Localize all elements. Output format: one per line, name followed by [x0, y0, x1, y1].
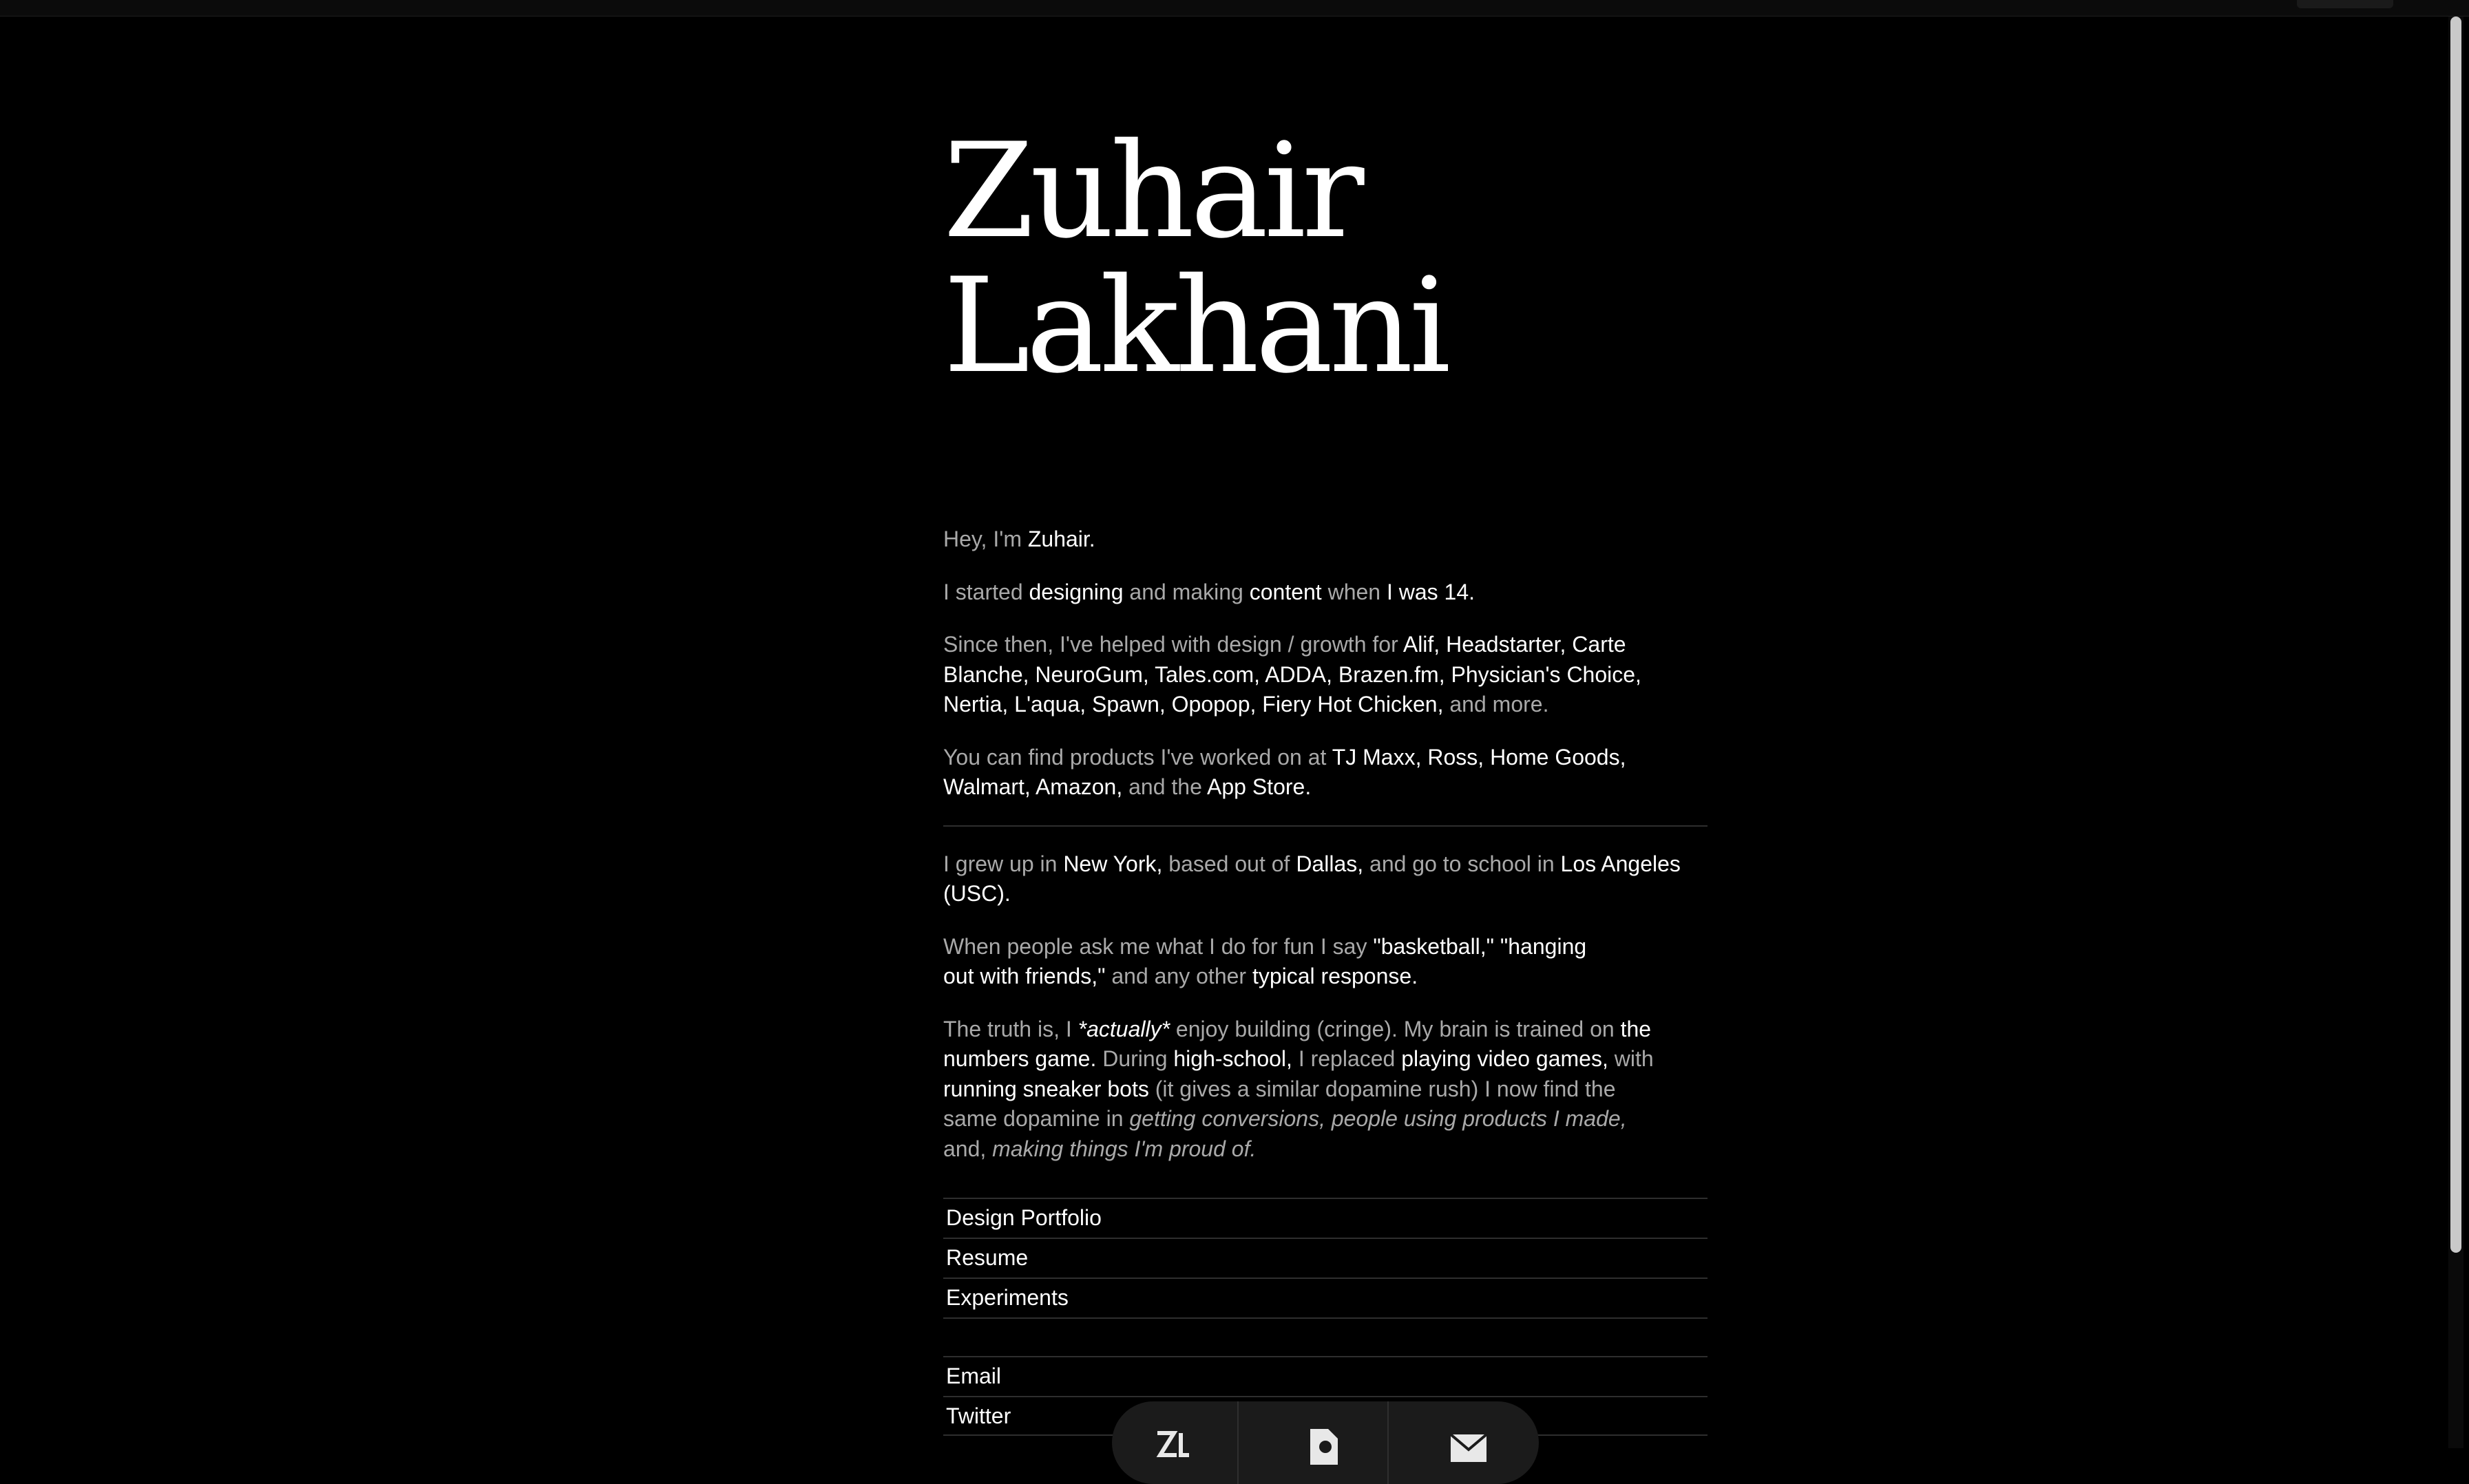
document-icon[interactable]: [1305, 1426, 1343, 1465]
bio-text: enjoy building (cringe). My brain is tra…: [1170, 1016, 1621, 1041]
bio-text: and go to school in: [1363, 851, 1561, 876]
bio-paragraph-location: I grew up in New York, based out of Dall…: [943, 849, 1708, 909]
bio-text: The truth is, I: [943, 1016, 1078, 1041]
bio-emphasis: getting conversions, people using produc…: [1129, 1106, 1627, 1131]
bio-text: I started: [943, 579, 1029, 604]
bio-highlight: App Store.: [1207, 774, 1312, 799]
bio-highlight: Dallas,: [1296, 851, 1364, 876]
browser-tab-stub[interactable]: [2297, 0, 2393, 8]
scrollbar-thumb[interactable]: [2450, 17, 2461, 1253]
bio-text: I replaced: [1292, 1046, 1402, 1071]
bio-paragraph-start: I started designing and making content w…: [943, 577, 1708, 608]
bio-text: When people ask me what I do for fun I s…: [943, 933, 1374, 959]
bio-paragraph-truth: The truth is, I *actually* enjoy buildin…: [943, 1015, 1673, 1165]
bio-text: During: [1096, 1046, 1174, 1071]
link-list: Design Portfolio Resume Experiments Emai…: [943, 1198, 1708, 1436]
bio-text: You can find products I've worked on at: [943, 744, 1332, 770]
bio-emphasis: *actually*: [1078, 1016, 1170, 1041]
bio-text: and more.: [1443, 692, 1549, 717]
bio-paragraph-fun: When people ask me what I do for fun I s…: [943, 932, 1604, 992]
bio-paragraph-products: You can find products I've worked on at …: [943, 743, 1708, 803]
bio-text: based out of: [1162, 851, 1296, 876]
bio-text: and,: [943, 1136, 993, 1161]
browser-top-bar: [0, 0, 2469, 17]
bio-highlight: content: [1249, 579, 1322, 604]
bio-highlight: playing video games,: [1401, 1046, 1608, 1071]
bio-text: with: [1608, 1046, 1654, 1071]
email-link[interactable]: Email: [943, 1356, 1708, 1396]
bio-highlight: designing: [1029, 579, 1124, 604]
design-portfolio-link[interactable]: Design Portfolio: [943, 1198, 1708, 1238]
bio-text: when: [1321, 579, 1387, 604]
scrollbar[interactable]: [2448, 17, 2463, 1448]
bio-text: and making: [1123, 579, 1250, 604]
floating-dock: [1112, 1401, 1539, 1484]
bio-text: Hey, I'm: [943, 527, 1028, 551]
bio-highlight: running sneaker bots: [943, 1076, 1149, 1101]
page-title: Zuhair Lakhani: [943, 115, 1451, 402]
bio-highlight: typical response.: [1252, 964, 1418, 988]
bio-emphasis: making things I'm proud of.: [992, 1136, 1257, 1161]
dock-divider: [1387, 1401, 1389, 1484]
last-name: Lakhani: [943, 250, 1451, 402]
bio-highlight: I was 14.: [1386, 579, 1475, 604]
bio-text: Since then, I've helped with design / gr…: [943, 632, 1403, 657]
bio-highlight: high-school,: [1173, 1046, 1292, 1071]
dock-divider: [1237, 1401, 1239, 1484]
bio-paragraph-greeting: Hey, I'm Zuhair.: [943, 524, 1708, 555]
bio-text: and any other: [1105, 964, 1252, 988]
bio-highlight: New York,: [1063, 851, 1163, 876]
bio-paragraph-clients: Since then, I've helped with design / gr…: [943, 630, 1708, 720]
bio-highlight: Zuhair.: [1027, 527, 1095, 551]
zl-logo-icon[interactable]: [1153, 1426, 1192, 1465]
bio-text: I grew up in: [943, 851, 1064, 876]
mail-icon[interactable]: [1449, 1426, 1488, 1465]
experiments-link[interactable]: Experiments: [943, 1278, 1708, 1317]
first-name: Zuhair: [943, 115, 1365, 267]
divider: [943, 1317, 1708, 1356]
bio-section: Hey, I'm Zuhair. I started designing and…: [943, 524, 1708, 1187]
divider: [943, 825, 1708, 827]
resume-link[interactable]: Resume: [943, 1238, 1708, 1278]
bio-text: and the: [1122, 774, 1207, 799]
